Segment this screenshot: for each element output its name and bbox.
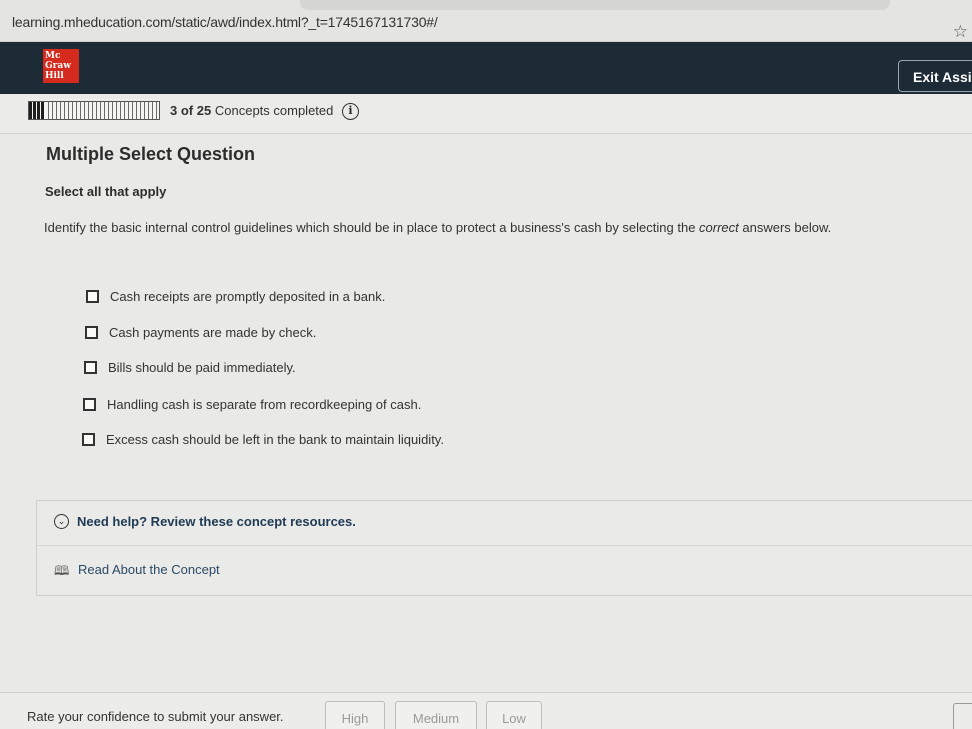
prompt-emphasis: correct: [699, 220, 739, 235]
progress-of: of: [180, 103, 194, 118]
answer-option-2[interactable]: Cash payments are made by check.: [85, 325, 316, 340]
rate-confidence-label: Rate your confidence to submit your answ…: [27, 709, 284, 724]
book-icon: 🕮: [54, 563, 70, 578]
checkbox[interactable]: [85, 326, 98, 339]
confidence-footer: Rate your confidence to submit your answ…: [0, 692, 972, 729]
prompt-text-after: answers below.: [738, 220, 832, 235]
mcgraw-hill-logo: Mc Graw Hill: [43, 49, 79, 83]
logo-line-1: Mc: [45, 51, 61, 61]
help-title[interactable]: Need help? Review these concept resource…: [77, 514, 356, 529]
logo-line-3: Hill: [45, 71, 64, 81]
progress-completed: 3: [170, 103, 178, 118]
progress-suffix: Concepts completed: [214, 103, 334, 118]
concept-resources-panel: ⌄ Need help? Review these concept resour…: [36, 500, 972, 596]
answer-option-3[interactable]: Bills should be paid immediately.: [84, 360, 296, 375]
checkbox[interactable]: [84, 361, 97, 374]
answer-option-label: Cash payments are made by check.: [109, 325, 317, 340]
confidence-high-button[interactable]: High: [325, 701, 385, 729]
url-text[interactable]: learning.mheducation.com/static/awd/inde…: [12, 14, 438, 30]
checkbox[interactable]: [83, 398, 96, 411]
next-button-partial[interactable]: [953, 703, 972, 729]
checkbox[interactable]: [86, 290, 99, 303]
answer-option-label: Bills should be paid immediately.: [108, 360, 296, 375]
answer-option-4[interactable]: Handling cash is separate from recordkee…: [83, 397, 421, 412]
progress-text: 3 of 25 Concepts completed: [170, 103, 333, 118]
logo-line-2: Graw: [45, 61, 72, 71]
prompt-text-before: Identify the basic internal control guid…: [44, 220, 700, 235]
chevron-down-icon[interactable]: ⌄: [54, 514, 69, 529]
confidence-low-button[interactable]: Low: [486, 701, 542, 729]
info-icon[interactable]: i: [342, 103, 359, 120]
read-about-concept-link[interactable]: Read About the Concept: [78, 562, 220, 577]
answer-option-1[interactable]: Cash receipts are promptly deposited in …: [86, 289, 385, 304]
question-type-title: Multiple Select Question: [46, 144, 256, 164]
browser-url-bar: learning.mheducation.com/static/awd/inde…: [0, 0, 972, 42]
exit-assignment-button[interactable]: Exit Assig: [898, 60, 972, 92]
browser-tab-strip: [300, 0, 890, 10]
question-prompt: Identify the basic internal control guid…: [44, 220, 944, 235]
question-instruction: Select all that apply: [45, 184, 167, 199]
help-toggle[interactable]: ⌄ Need help? Review these concept resour…: [37, 501, 972, 546]
progress-total: 25: [196, 103, 212, 118]
app-header: Mc Graw Hill Exit Assig: [0, 42, 972, 94]
progress-row: 3 of 25 Concepts completed i: [0, 94, 972, 134]
answer-option-label: Handling cash is separate from recordkee…: [107, 397, 422, 412]
checkbox[interactable]: [82, 433, 95, 446]
concept-progress-bar: [28, 101, 160, 120]
star-outline-icon[interactable]: ☆: [953, 22, 968, 42]
confidence-medium-button[interactable]: Medium: [395, 701, 477, 729]
answer-option-label: Cash receipts are promptly deposited in …: [110, 289, 386, 304]
answer-option-5[interactable]: Excess cash should be left in the bank t…: [82, 432, 444, 447]
answer-option-label: Excess cash should be left in the bank t…: [106, 432, 444, 447]
progress-bar-fill: [29, 102, 45, 119]
